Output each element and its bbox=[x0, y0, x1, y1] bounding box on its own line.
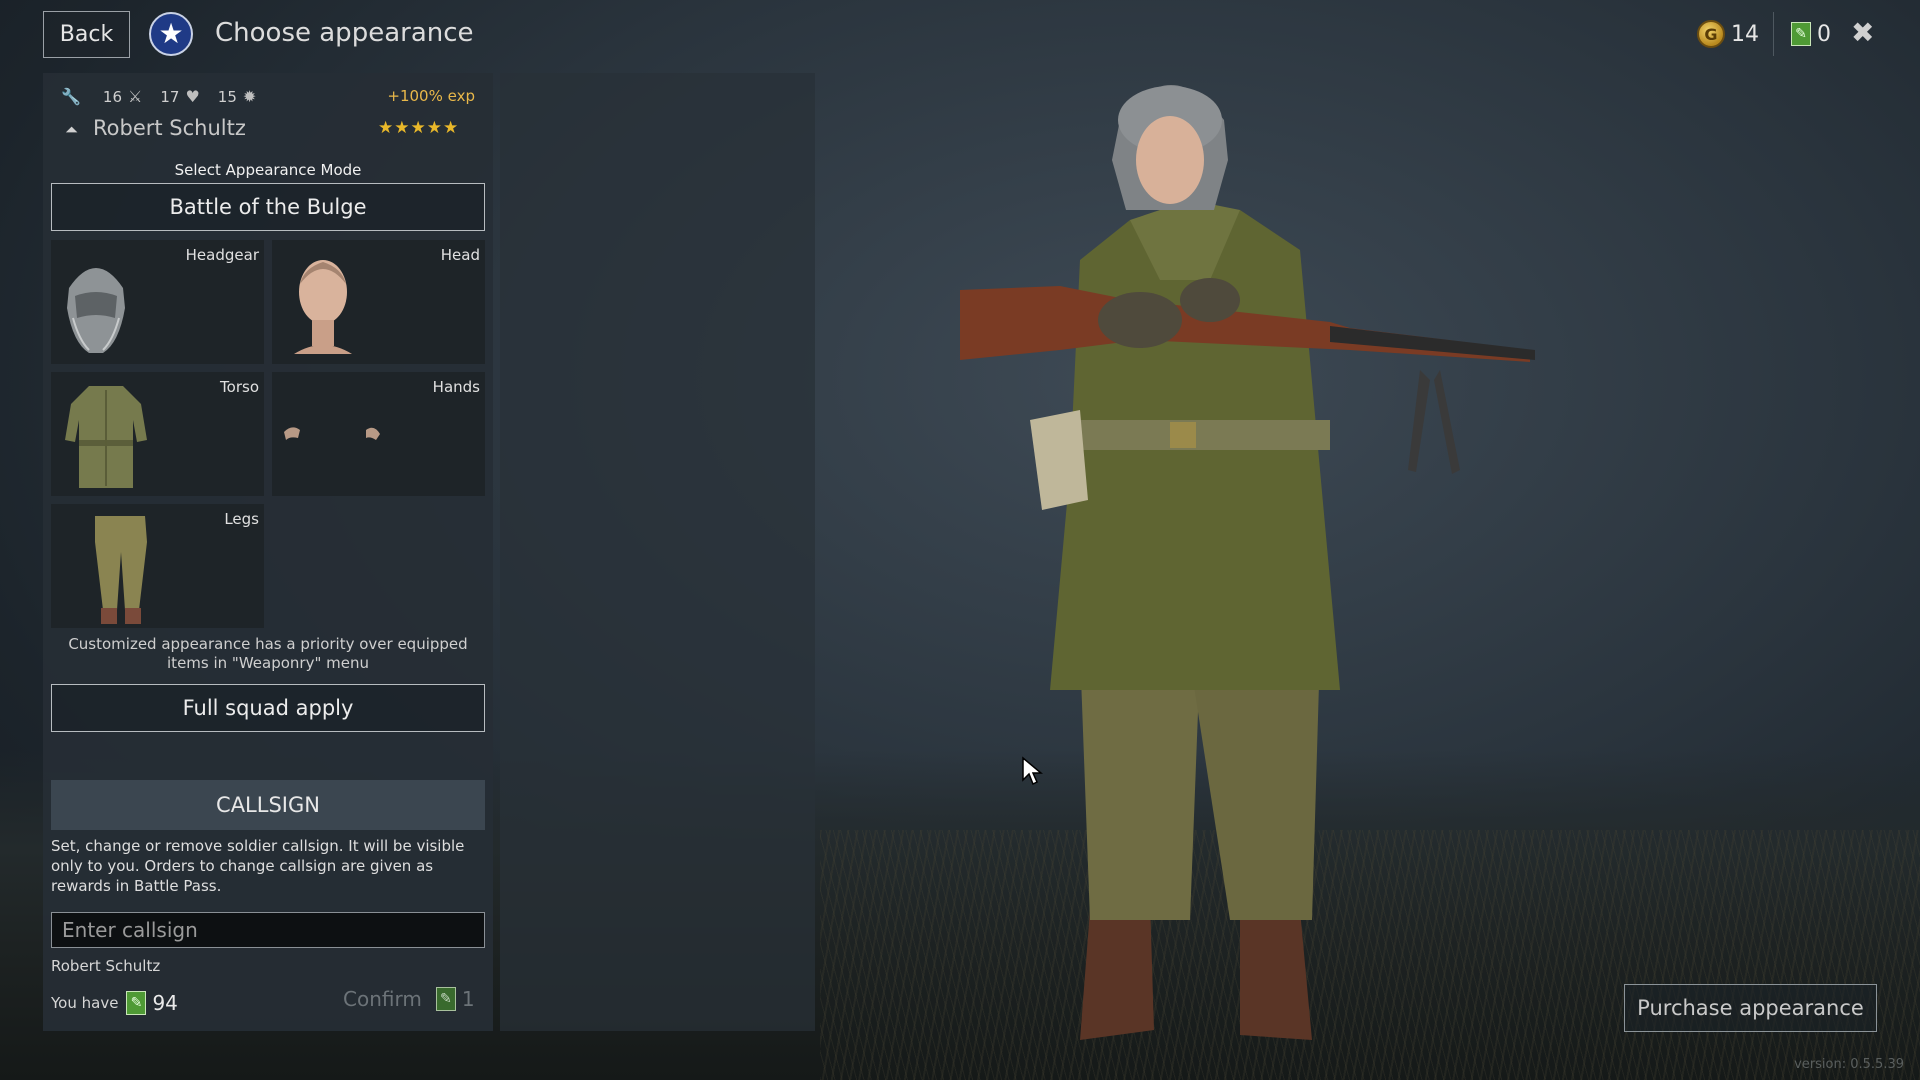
hands-icon bbox=[284, 427, 380, 440]
slot-label: Head bbox=[440, 246, 480, 264]
exp-bonus: +100% exp bbox=[387, 87, 475, 105]
you-have-amount: 94 bbox=[152, 991, 178, 1015]
star-rating: ★★★★★ bbox=[378, 118, 460, 138]
slot-torso[interactable]: Torso bbox=[51, 372, 264, 496]
coin-icon: G bbox=[1697, 20, 1725, 48]
head-icon bbox=[294, 260, 352, 354]
wrench-icon: 🔧 bbox=[61, 87, 81, 106]
confirm-callsign-button[interactable]: Confirm ✎ 1 bbox=[343, 987, 475, 1011]
slot-label: Torso bbox=[220, 378, 259, 396]
close-icon[interactable]: ✖ bbox=[1851, 16, 1874, 49]
callsign-input[interactable] bbox=[51, 912, 485, 948]
ticket-amount: 0 bbox=[1817, 21, 1831, 47]
item-list-panel bbox=[500, 73, 815, 1031]
soldier-name: Robert Schultz bbox=[93, 116, 246, 140]
stat-value: 15 bbox=[217, 87, 237, 106]
slot-hands[interactable]: Hands bbox=[272, 372, 485, 496]
ticket-currency[interactable]: ✎ 0 bbox=[1791, 16, 1831, 52]
slot-head[interactable]: Head bbox=[272, 240, 485, 364]
appearance-mode-label: Select Appearance Mode bbox=[174, 161, 362, 179]
gold-currency[interactable]: G 14 bbox=[1697, 16, 1759, 52]
faction-star-icon: ★ bbox=[149, 12, 193, 56]
torso-icon bbox=[65, 386, 147, 488]
appearance-priority-note: Customized appearance has a priority ove… bbox=[68, 635, 468, 672]
stat-value: 16 bbox=[102, 87, 123, 106]
purchase-appearance-button[interactable]: Purchase appearance bbox=[1624, 984, 1877, 1032]
appearance-mode-selector[interactable]: Battle of the Bulge bbox=[51, 183, 485, 231]
callsign-orders-balance: You have ✎ 94 bbox=[51, 991, 178, 1015]
gold-amount: 14 bbox=[1731, 21, 1759, 47]
slot-headgear[interactable]: Headgear bbox=[51, 240, 264, 364]
slot-legs[interactable]: Legs bbox=[51, 504, 264, 628]
confirm-label: Confirm bbox=[343, 987, 422, 1011]
you-have-label: You have bbox=[51, 994, 119, 1012]
full-squad-apply-button[interactable]: Full squad apply bbox=[51, 684, 485, 732]
appearance-panel: 🔧 16 ⚔ 17 ♥ 15 ✹ +100% exp ⏶ Robert Schu… bbox=[43, 73, 493, 1031]
callsign-description: Set, change or remove soldier callsign. … bbox=[51, 837, 465, 895]
back-button[interactable]: Back bbox=[43, 11, 130, 58]
rank-icon: ⏶ bbox=[65, 120, 78, 139]
page-title: Choose appearance bbox=[215, 18, 474, 48]
slot-label: Headgear bbox=[185, 246, 259, 264]
bayonet-icon: ⚔ bbox=[128, 87, 143, 106]
confirm-cost: 1 bbox=[461, 987, 475, 1011]
current-callsign: Robert Schultz bbox=[51, 957, 161, 975]
ticket-icon: ✎ bbox=[1791, 22, 1811, 46]
legs-icon bbox=[95, 516, 147, 624]
soldier-model[interactable] bbox=[940, 50, 1590, 1060]
version-label: version: 0.5.5.39 bbox=[1794, 1057, 1904, 1072]
soldier-stats: 🔧 16 ⚔ 17 ♥ 15 ✹ bbox=[61, 87, 256, 106]
ticket-icon: ✎ bbox=[435, 987, 456, 1011]
heart-icon: ♥ bbox=[185, 87, 200, 106]
headgear-icon bbox=[67, 268, 125, 353]
ticket-icon: ✎ bbox=[126, 991, 147, 1015]
cursor-icon bbox=[1022, 756, 1043, 786]
grenade-icon: ✹ bbox=[242, 87, 257, 106]
callsign-header: CALLSIGN bbox=[51, 780, 485, 830]
header-divider bbox=[1773, 12, 1774, 56]
stat-value: 17 bbox=[160, 87, 180, 106]
slot-label: Hands bbox=[432, 378, 480, 396]
slot-label: Legs bbox=[224, 510, 259, 528]
